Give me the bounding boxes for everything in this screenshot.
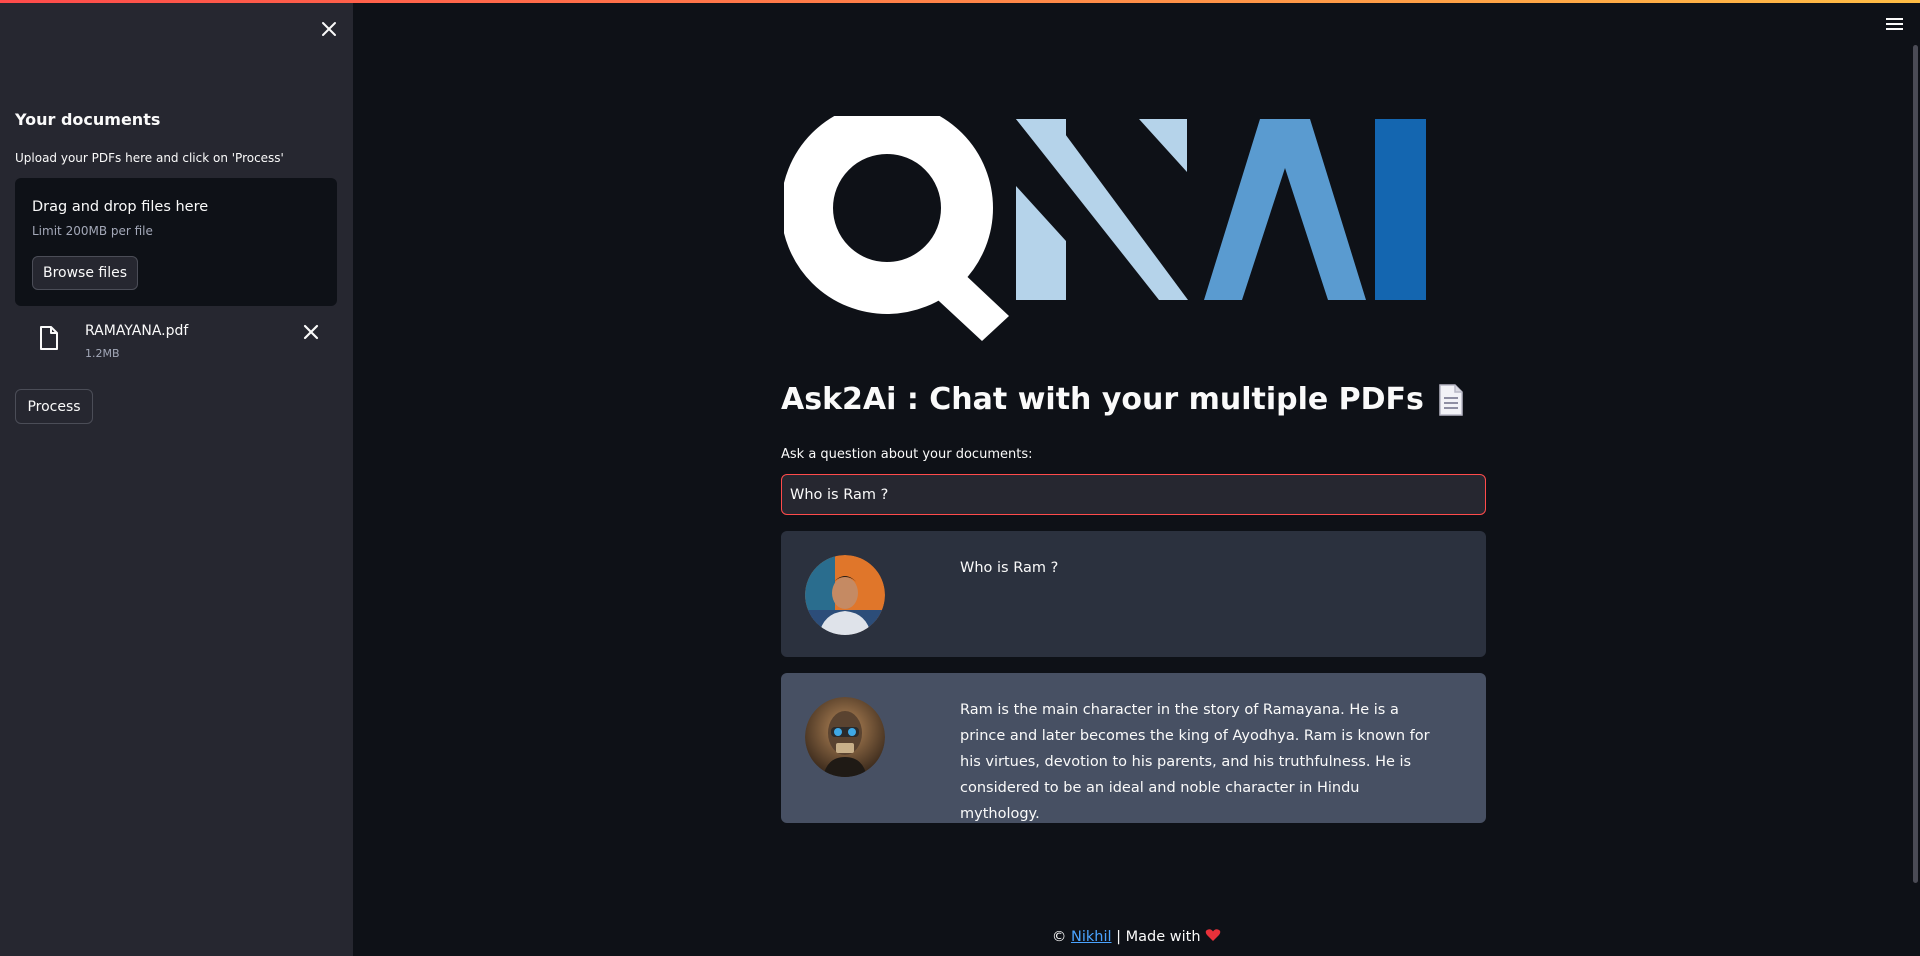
sidebar: Your documents Upload your PDFs here and…	[0, 3, 353, 956]
browse-files-button[interactable]: Browse files	[32, 256, 138, 290]
dropzone-limit: Limit 200MB per file	[32, 224, 153, 238]
question-label: Ask a question about your documents:	[781, 447, 1033, 462]
upload-instruction: Upload your PDFs here and click on 'Proc…	[15, 151, 284, 165]
dropzone-title: Drag and drop files here	[32, 199, 209, 215]
page-title-text: Ask2Ai : Chat with your multiple PDFs	[781, 382, 1424, 417]
process-button[interactable]: Process	[15, 389, 93, 424]
file-icon	[40, 326, 58, 350]
remove-file-icon[interactable]	[302, 323, 320, 341]
author-link[interactable]: Nikhil	[1071, 929, 1112, 945]
qnai-logo	[784, 116, 1426, 341]
uploaded-file-size: 1.2MB	[85, 347, 120, 360]
footer-suffix: | Made with	[1111, 929, 1206, 945]
footer: © Nikhil | Made with	[0, 928, 1920, 945]
page-document-icon	[1439, 383, 1463, 416]
bot-avatar	[805, 697, 885, 777]
scrollbar[interactable]	[1913, 45, 1918, 883]
user-avatar	[805, 555, 885, 635]
bot-message-text: Ram is the main character in the story o…	[960, 702, 1430, 822]
heart-icon	[1205, 929, 1221, 941]
user-message: Who is Ram ?	[781, 531, 1486, 657]
file-dropzone[interactable]: Drag and drop files here Limit 200MB per…	[15, 178, 337, 306]
page-title: Ask2Ai : Chat with your multiple PDFs	[781, 382, 1464, 417]
uploaded-file-name: RAMAYANA.pdf	[85, 323, 189, 339]
hamburger-menu-icon[interactable]	[1886, 17, 1903, 31]
question-input[interactable]	[781, 474, 1486, 515]
footer-prefix: ©	[1051, 929, 1071, 945]
bot-message: Ram is the main character in the story o…	[781, 673, 1486, 823]
close-icon[interactable]	[318, 18, 340, 40]
user-message-text: Who is Ram ?	[960, 560, 1059, 576]
sidebar-title: Your documents	[15, 110, 161, 129]
